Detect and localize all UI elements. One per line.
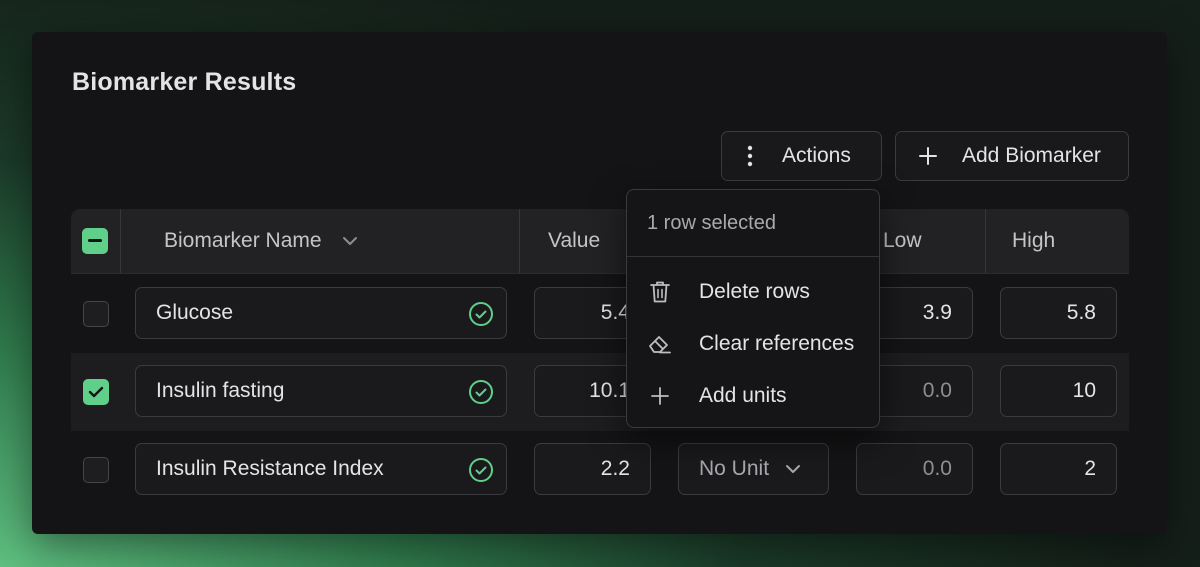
biomarker-name: Insulin fasting: [156, 379, 285, 402]
add-units-menu-item[interactable]: Add units: [627, 374, 879, 418]
delete-rows-menu-item[interactable]: Delete rows: [627, 270, 879, 314]
check-circle-icon: [468, 457, 494, 489]
high-text: 5.8: [1066, 301, 1096, 324]
unit-select[interactable]: No Unit: [678, 443, 829, 495]
value-text: 10.1: [589, 379, 630, 402]
plus-icon: [914, 146, 942, 166]
biomarker-table: Biomarker Name Value Low High Glucose 5.…: [71, 209, 1129, 495]
table-row: Insulin fasting 10.1 0.0 10: [71, 353, 1129, 431]
biomarker-name-field[interactable]: Insulin Resistance Index: [135, 443, 507, 495]
check-circle-icon: [468, 379, 494, 411]
actions-button-label: Actions: [782, 144, 851, 167]
column-header-high: High: [1012, 229, 1056, 252]
add-biomarker-label: Add Biomarker: [962, 144, 1101, 167]
low-text: 3.9: [922, 301, 952, 324]
trash-icon: [647, 280, 673, 304]
menu-divider: [627, 256, 879, 257]
column-header-value: Value: [548, 229, 601, 252]
table-row: Glucose 5.4 3.9 5.8: [71, 275, 1129, 353]
delete-rows-label: Delete rows: [699, 280, 810, 303]
column-divider: [985, 209, 986, 273]
low-text: 0.0: [922, 457, 952, 480]
biomarker-name-field[interactable]: Glucose: [135, 287, 507, 339]
high-field[interactable]: 5.8: [1000, 287, 1117, 339]
biomarker-name-field[interactable]: Insulin fasting: [135, 365, 507, 417]
unit-select-value: No Unit: [699, 457, 770, 480]
high-text: 10: [1072, 379, 1096, 402]
check-circle-icon: [468, 301, 494, 333]
column-divider: [519, 209, 520, 273]
high-text: 2: [1084, 457, 1096, 480]
biomarker-name: Insulin Resistance Index: [156, 457, 384, 480]
low-text: 0.0: [922, 379, 952, 402]
biomarker-name: Glucose: [156, 301, 234, 324]
column-header-low: Low: [883, 229, 922, 252]
column-header-name[interactable]: Biomarker Name: [164, 209, 358, 273]
value-text: 2.2: [600, 457, 630, 480]
more-vertical-icon: [736, 145, 764, 167]
page-title: Biomarker Results: [72, 68, 297, 96]
chevron-down-icon: [785, 464, 801, 474]
add-biomarker-button[interactable]: Add Biomarker: [895, 131, 1129, 181]
actions-button[interactable]: Actions: [721, 131, 882, 181]
row-checkbox[interactable]: [83, 457, 109, 483]
high-field[interactable]: 2: [1000, 443, 1117, 495]
row-checkbox[interactable]: [83, 301, 109, 327]
selection-count: 1 row selected: [647, 212, 776, 234]
clear-references-menu-item[interactable]: Clear references: [627, 322, 879, 366]
high-field[interactable]: 10: [1000, 365, 1117, 417]
chevron-down-icon: [342, 236, 358, 246]
clear-references-label: Clear references: [699, 332, 855, 355]
plus-icon: [647, 386, 673, 406]
actions-menu: 1 row selected Delete rows Clear referen…: [626, 189, 880, 428]
low-field[interactable]: 0.0: [856, 443, 973, 495]
column-divider: [120, 209, 121, 273]
value-field[interactable]: 2.2: [534, 443, 651, 495]
select-all-checkbox[interactable]: [82, 228, 108, 254]
table-row: Insulin Resistance Index 2.2 No Unit 0.0…: [71, 431, 1129, 509]
biomarker-panel: Biomarker Results Actions Add Biomarker …: [32, 32, 1167, 534]
row-checkbox[interactable]: [83, 379, 109, 405]
table-header: Biomarker Name Value Low High: [71, 209, 1129, 274]
column-header-name-label: Biomarker Name: [164, 229, 322, 252]
add-units-label: Add units: [699, 384, 787, 407]
eraser-icon: [647, 333, 673, 355]
